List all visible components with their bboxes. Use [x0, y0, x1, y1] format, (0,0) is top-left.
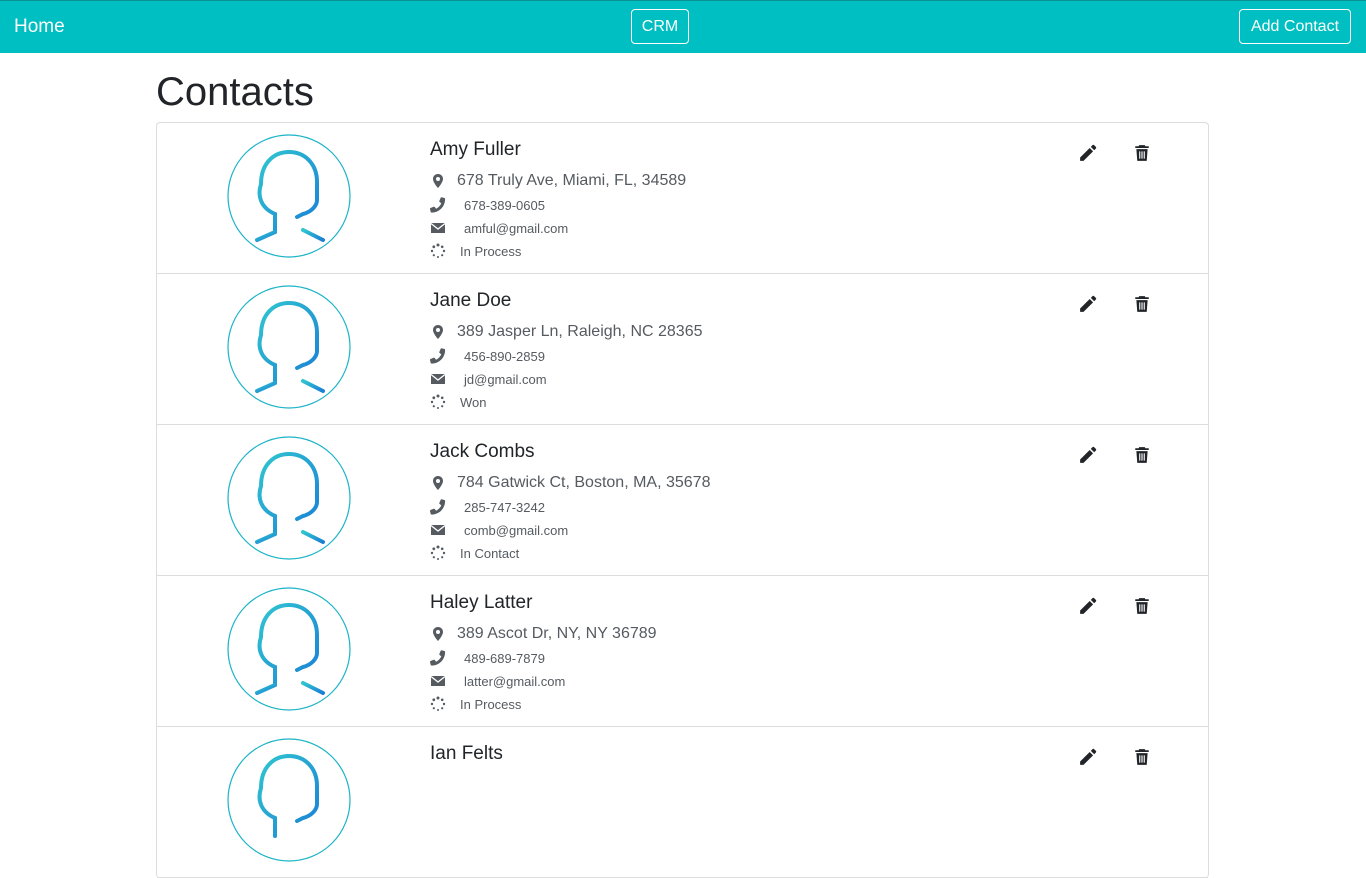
edit-pencil-icon[interactable] — [1079, 597, 1097, 615]
trash-icon[interactable] — [1133, 295, 1151, 313]
email-row: latter@gmail.com — [430, 673, 565, 689]
spinner-icon — [430, 394, 446, 409]
trash-icon[interactable] — [1133, 144, 1151, 162]
phone-icon — [430, 348, 446, 364]
trash-icon[interactable] — [1133, 597, 1151, 615]
email-row: jd@gmail.com — [430, 371, 547, 387]
contact-card: Haley Latter 389 Ascot Dr, NY, NY 36789 … — [157, 576, 1208, 727]
contact-name: Jane Doe — [430, 290, 512, 311]
email-row: amful@gmail.com — [430, 220, 568, 236]
envelope-icon — [430, 524, 446, 535]
envelope-icon — [430, 373, 446, 384]
add-contact-button[interactable]: Add Contact — [1239, 9, 1351, 44]
contact-phone: 489-689-7879 — [464, 650, 545, 666]
contact-email: latter@gmail.com — [464, 673, 566, 689]
map-marker-icon — [433, 627, 443, 641]
trash-icon[interactable] — [1133, 446, 1151, 464]
address-row: 678 Truly Ave, Miami, FL, 34589 — [430, 172, 686, 190]
contact-list: Amy Fuller 678 Truly Ave, Miami, FL, 345… — [156, 122, 1209, 878]
edit-pencil-icon[interactable] — [1079, 295, 1097, 313]
contact-address: 678 Truly Ave, Miami, FL, 34589 — [457, 172, 687, 189]
avatar-icon — [227, 134, 351, 258]
contact-email: amful@gmail.com — [464, 220, 569, 236]
phone-icon — [430, 197, 446, 213]
contact-phone: 456-890-2859 — [464, 348, 545, 364]
edit-pencil-icon[interactable] — [1079, 748, 1097, 766]
contact-address: 389 Jasper Ln, Raleigh, NC 28365 — [457, 323, 703, 340]
map-marker-icon — [433, 476, 443, 490]
contact-phone: 678-389-0605 — [464, 197, 545, 213]
contact-phone: 285-747-3242 — [464, 499, 545, 515]
phone-row: 285-747-3242 — [430, 499, 545, 515]
home-link[interactable]: Home — [14, 16, 65, 38]
address-row: 784 Gatwick Ct, Boston, MA, 35678 — [430, 474, 710, 492]
status-row: In Process — [430, 243, 521, 259]
map-marker-icon — [433, 174, 443, 188]
envelope-icon — [430, 222, 446, 233]
contact-status: In Process — [460, 243, 522, 259]
phone-icon — [430, 650, 446, 666]
top-navbar: Home CRM Add Contact — [0, 0, 1366, 53]
edit-pencil-icon[interactable] — [1079, 144, 1097, 162]
map-marker-icon — [433, 325, 443, 339]
status-row: Won — [430, 394, 487, 410]
phone-row: 456-890-2859 — [430, 348, 545, 364]
email-row: comb@gmail.com — [430, 522, 568, 538]
trash-icon[interactable] — [1133, 748, 1151, 766]
contact-email: comb@gmail.com — [464, 522, 569, 538]
phone-row: 678-389-0605 — [430, 197, 545, 213]
contact-status: In Contact — [460, 545, 520, 561]
status-row: In Process — [430, 696, 521, 712]
contact-name: Jack Combs — [430, 441, 535, 462]
contact-status: Won — [460, 394, 487, 410]
contact-status: In Process — [460, 696, 522, 712]
address-row: 389 Ascot Dr, NY, NY 36789 — [430, 625, 657, 643]
contact-card: Amy Fuller 678 Truly Ave, Miami, FL, 345… — [157, 123, 1208, 274]
contact-name: Ian Felts — [430, 743, 503, 764]
page-title: Contacts — [156, 70, 314, 114]
envelope-icon — [430, 675, 446, 686]
spinner-icon — [430, 243, 446, 258]
avatar-icon — [227, 285, 351, 409]
contact-name: Amy Fuller — [430, 139, 521, 160]
avatar-icon — [227, 436, 351, 560]
contact-card: Ian Felts — [157, 727, 1208, 878]
avatar-icon — [227, 587, 351, 711]
contact-name: Haley Latter — [430, 592, 533, 613]
phone-row: 489-689-7879 — [430, 650, 545, 666]
phone-icon — [430, 499, 446, 515]
contact-card: Jane Doe 389 Jasper Ln, Raleigh, NC 2836… — [157, 274, 1208, 425]
contact-address: 784 Gatwick Ct, Boston, MA, 35678 — [457, 474, 711, 491]
contact-email: jd@gmail.com — [464, 371, 547, 387]
avatar-icon — [227, 738, 351, 862]
address-row: 389 Jasper Ln, Raleigh, NC 28365 — [430, 323, 703, 341]
spinner-icon — [430, 545, 446, 560]
status-row: In Contact — [430, 545, 519, 561]
edit-pencil-icon[interactable] — [1079, 446, 1097, 464]
spinner-icon — [430, 696, 446, 711]
contact-address: 389 Ascot Dr, NY, NY 36789 — [457, 625, 657, 642]
contact-card: Jack Combs 784 Gatwick Ct, Boston, MA, 3… — [157, 425, 1208, 576]
crm-button[interactable]: CRM — [631, 9, 689, 44]
